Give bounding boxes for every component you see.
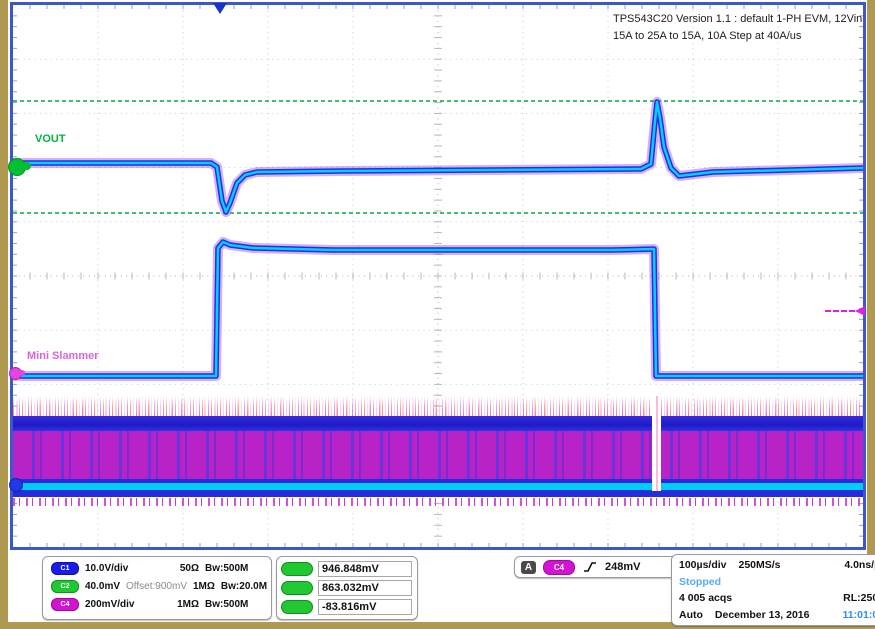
waveform-traces (13, 5, 863, 547)
channel2-termination: 1MΩ (193, 581, 215, 592)
channel2-badge[interactable]: C2 (51, 580, 79, 593)
cursor2-value: 863.032mV (318, 580, 412, 596)
channel1-bandwidth: Bw:500M (205, 563, 263, 574)
cursor2-row: 863.032mV (281, 579, 413, 596)
trigger-position-marker[interactable] (213, 3, 227, 14)
cursor2-badge (281, 581, 313, 595)
cursor1-value: 946.848mV (318, 561, 412, 577)
trigger-level-value: 248mV (605, 561, 640, 573)
channel-settings-panel: C1 10.0V/div 50Ω Bw:500M C2 40.0mV Offse… (42, 556, 272, 620)
sample-rate: 250MS/s (739, 559, 781, 571)
channel4-bandwidth: Bw:500M (205, 599, 263, 610)
cursor-delta-badge (281, 600, 313, 614)
channel1-row: C1 10.0V/div 50Ω Bw:500M (43, 559, 271, 577)
channel4-row: C4 200mV/div 1MΩ Bw:500M (43, 595, 271, 613)
timebase-panel: 100µs/div 250MS/s 4.0ns/pt Stopped 4 005… (671, 554, 875, 626)
channel1-termination: 50Ω (180, 563, 199, 574)
channel4-termination: 1MΩ (177, 599, 199, 610)
annotation-line1: TPS543C20 Version 1.1 : default 1-PH EVM… (613, 11, 863, 28)
datetime-line: Auto December 13, 2016 11:01:06 (679, 609, 875, 621)
timebase-scale: 100µs/div (679, 559, 727, 571)
channel2-scale: 40.0mV (85, 581, 120, 592)
trigger-level-marker[interactable] (855, 306, 865, 316)
acquisition-status-line: Stopped (679, 576, 875, 588)
cursor-readout-panel: 946.848mV 863.032mV -83.816mV (276, 556, 418, 620)
setup-annotation: TPS543C20 Version 1.1 : default 1-PH EVM… (613, 11, 863, 45)
cursor1-badge (281, 562, 313, 576)
cursor-delta-value: -83.816mV (318, 599, 412, 615)
sample-resolution: 4.0ns/pt (844, 559, 875, 571)
trigger-a-badge[interactable]: A (521, 561, 536, 574)
scope-screen: TPS543C20 Version 1.1 : default 1-PH EVM… (8, 0, 867, 622)
acquisition-status: Stopped (679, 576, 721, 588)
channel1-badge[interactable]: C1 (51, 562, 79, 575)
timebase-line: 100µs/div 250MS/s 4.0ns/pt (679, 559, 875, 571)
channel2-bandwidth: Bw:20.0M (221, 581, 267, 592)
load-trace-label: Mini Slammer (27, 350, 99, 362)
channel4-reference-marker-dot (19, 370, 25, 376)
trigger-panel: A C4 248mV (514, 556, 680, 578)
channel2-offset: Offset:900mV (126, 581, 187, 592)
trigger-mode: Auto (679, 609, 703, 621)
channel4-badge[interactable]: C4 (51, 598, 79, 611)
acquisition-count: 4 005 acqs (679, 592, 732, 604)
cursor1-row: 946.848mV (281, 560, 413, 577)
trigger-source-badge[interactable]: C4 (543, 560, 575, 575)
channel4-scale: 200mV/div (85, 599, 134, 610)
trigger-level-dash (825, 310, 855, 312)
rising-edge-slope-icon (582, 560, 598, 574)
time-label: 11:01:06 (843, 609, 875, 621)
annotation-line2: 15A to 25A to 15A, 10A Step at 40A/us (613, 28, 863, 45)
oscilloscope-screenshot: TPS543C20 Version 1.1 : default 1-PH EVM… (0, 0, 875, 629)
channel1-scale: 10.0V/div (85, 563, 128, 574)
channel1-reference-marker[interactable] (9, 478, 23, 492)
cursor-delta-row: -83.816mV (281, 599, 413, 616)
vout-trace-label: VOUT (35, 133, 66, 145)
channel2-reference-marker-dot (23, 162, 31, 170)
date-label: December 13, 2016 (715, 609, 810, 621)
channel2-row: C2 40.0mV Offset:900mV 1MΩ Bw:20.0M (43, 577, 271, 595)
acquisition-count-line: 4 005 acqs RL:250k (679, 592, 875, 604)
record-length: RL:250k (843, 592, 875, 604)
waveform-display[interactable]: TPS543C20 Version 1.1 : default 1-PH EVM… (10, 2, 866, 550)
